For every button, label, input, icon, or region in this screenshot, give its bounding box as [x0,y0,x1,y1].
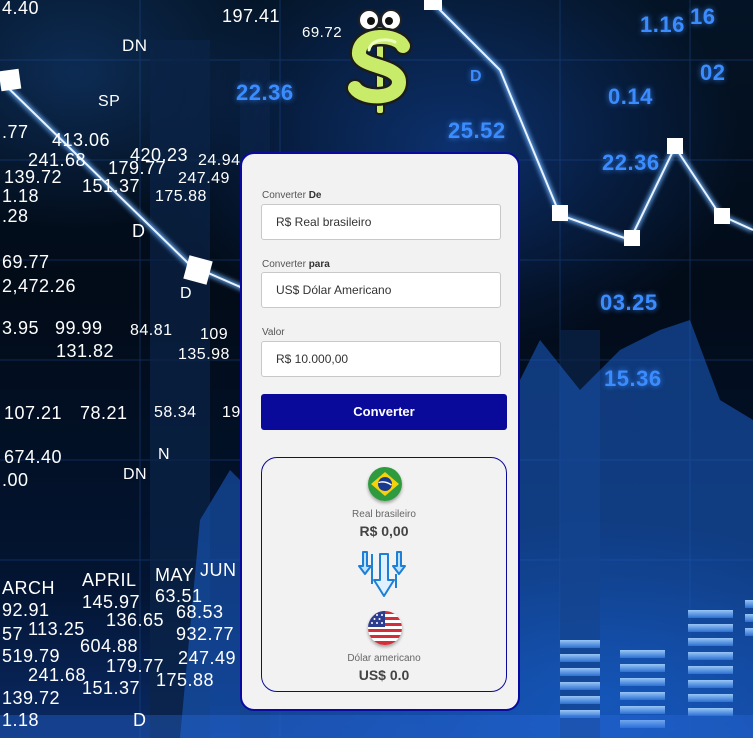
bg-number: 107.21 [4,403,63,423]
bg-number: JUN [200,560,237,580]
bg-number: D [132,221,146,241]
bg-number: 151.37 [82,678,141,698]
bg-number: 92.91 [2,600,50,620]
converter-card: Converter De R$ Real brasileiro Converte… [240,152,520,711]
bg-number: 15.36 [604,366,662,391]
amount-input[interactable]: R$ 10.000,00 [261,341,501,377]
bg-number: 68.53 [176,602,224,622]
bg-number: 69.72 [302,24,343,41]
bg-number: 413.06 [52,130,111,150]
bg-number: 241.68 [28,665,87,685]
bg-number: ARCH [2,578,56,598]
dollar-sign-mascot-icon [345,9,413,115]
bg-number: 674.40 [4,447,63,467]
bg-number: 2,472.26 [2,276,77,296]
bg-number: 4.40 [2,0,40,18]
bg-number: 136.65 [106,610,165,630]
bg-number: 197.41 [222,6,281,26]
bg-number: 1.18 [2,186,40,206]
bg-number: N [158,446,171,463]
brazil-flag-icon [368,467,402,501]
bg-number: .28 [2,206,29,226]
bg-number: 175.88 [155,188,207,205]
down-arrows-icon [358,551,406,597]
bg-number: 84.81 [130,322,173,339]
bg-number: 519.79 [2,646,61,666]
bg-number: 22.36 [236,80,294,105]
bg-number: 139.72 [2,688,61,708]
convert-button[interactable]: Converter [261,394,507,430]
bg-number: 16 [690,4,716,29]
bg-number: 99.99 [55,318,103,338]
bg-number: SP [98,93,121,110]
bg-number: 24.94 [198,152,241,169]
conversion-result-panel: Real brasileiro R$ 0,00 Dólar americano … [261,457,507,692]
bg-number: 131.82 [56,341,115,361]
amount-label: Valor [262,327,285,338]
bg-number: 1.16 [640,12,685,37]
bg-number: MAY [155,565,195,585]
bg-number: 78.21 [80,403,128,423]
bg-number: 19 [222,404,241,421]
bg-number: 932.77 [176,624,235,644]
bg-number: D [470,68,483,85]
from-currency-label: Converter De [262,190,322,201]
bg-number: DN [122,36,148,55]
bg-number: .00 [2,470,29,490]
bg-number: 69.77 [2,252,50,272]
bg-number: 3.95 [2,318,40,338]
bg-number: 25.52 [448,118,506,143]
bg-number: 139.72 [4,167,63,187]
bg-number: D [180,285,193,302]
to-currency-select[interactable]: US$ Dólar Americano [261,272,501,308]
bg-number: 151.37 [82,176,141,196]
to-currency-label: Converter para [262,259,330,270]
bg-number: D [133,710,147,730]
bg-number: .77 [2,122,29,142]
bg-number: 247.49 [178,170,230,187]
from-currency-select[interactable]: R$ Real brasileiro [261,204,501,240]
bg-number: 109 [200,326,229,343]
bg-number: 0.14 [608,84,653,109]
bg-number: 58.34 [154,404,197,421]
bg-number: 247.49 [178,648,237,668]
bg-number: 175.88 [156,670,215,690]
bg-number: 604.88 [80,636,139,656]
bg-number: APRIL [82,570,137,590]
bg-number: 57 [2,624,24,644]
bg-number: 22.36 [602,150,660,175]
bg-number: DN [123,466,148,483]
bg-number: 1.18 [2,710,40,730]
to-currency-value: US$ 0.0 [358,667,410,683]
to-currency-name: Dólar americano [347,653,421,664]
from-currency-name: Real brasileiro [352,509,416,520]
bg-number: 113.25 [28,619,85,639]
bg-number: 02 [700,60,726,85]
bg-number: 135.98 [178,346,230,363]
from-currency-value: R$ 0,00 [359,523,409,539]
usa-flag-icon [368,611,402,645]
bg-number: 03.25 [600,290,658,315]
